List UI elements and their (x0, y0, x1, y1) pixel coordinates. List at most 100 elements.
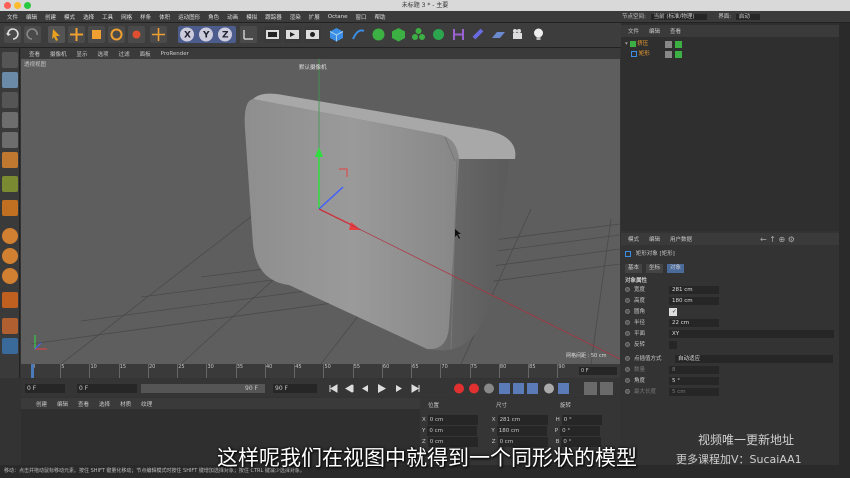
coord-rotation-field[interactable]: 0 ° (561, 415, 602, 425)
interface-select[interactable]: 启动 (735, 14, 760, 20)
menu-item[interactable]: 扩展 (305, 13, 324, 21)
uv-mode-icon[interactable] (2, 176, 18, 192)
viewport-menu-item[interactable]: 面板 (135, 50, 156, 58)
menu-item[interactable]: 角色 (204, 13, 223, 21)
animate-radio[interactable] (625, 389, 630, 394)
menu-item[interactable]: 窗口 (352, 13, 371, 21)
key-rotation-icon[interactable] (527, 383, 538, 394)
key-param-icon[interactable] (544, 383, 554, 394)
array-generator-icon[interactable] (390, 26, 407, 43)
key-position-icon[interactable] (499, 383, 510, 394)
coord-size-field[interactable]: 180 cm (496, 426, 547, 436)
menu-item[interactable]: 编辑 (22, 13, 41, 21)
polygons-mode-icon[interactable] (2, 152, 18, 168)
animate-radio[interactable] (625, 378, 630, 383)
next-frame-icon[interactable] (396, 385, 402, 392)
perspective-viewport[interactable]: 透视视图 默认摄像机 网格间距 : 50 cm (21, 59, 620, 364)
move-tool-icon[interactable] (68, 26, 85, 43)
viewport-menu-item[interactable]: 选项 (93, 50, 114, 58)
coord-position-field[interactable]: 0 cm (427, 426, 478, 436)
make-editable-icon[interactable] (2, 52, 18, 68)
animate-radio[interactable] (625, 320, 630, 325)
animate-radio[interactable] (625, 331, 630, 336)
timeline-ruler[interactable]: 0510152025303540455055606570758085900 F (21, 364, 620, 378)
key-scale-icon[interactable] (513, 383, 524, 394)
attribute-menu-item[interactable]: 用户数据 (665, 235, 697, 243)
previous-key-icon[interactable] (345, 384, 354, 393)
attribute-value-field[interactable]: 8 (669, 366, 719, 374)
menu-item[interactable]: 网格 (117, 13, 136, 21)
up-arrow-icon[interactable]: ↑ (769, 235, 776, 244)
attribute-value-field[interactable]: 180 cm (669, 297, 719, 305)
redo-icon[interactable] (24, 26, 41, 43)
viewport-menu-item[interactable]: 显示 (72, 50, 93, 58)
enabled-check[interactable] (675, 41, 682, 48)
attribute-value-field[interactable]: 5 ° (669, 377, 719, 385)
attribute-tab[interactable]: 对象 (667, 264, 685, 273)
attribute-tab[interactable]: 基本 (625, 264, 643, 273)
camera-icon[interactable] (510, 26, 527, 43)
minimize-window-button[interactable] (14, 2, 21, 9)
attribute-menu-item[interactable]: 模式 (623, 235, 644, 243)
render-picture-viewer-icon[interactable] (284, 26, 301, 43)
points-mode-icon[interactable] (2, 112, 18, 128)
autokey-icon[interactable] (469, 383, 479, 394)
viewport-menu-item[interactable]: 过滤 (114, 50, 135, 58)
key-pla-icon[interactable] (558, 383, 569, 394)
viewport-menu-item[interactable]: ProRender (156, 51, 194, 57)
bend-deformer-icon[interactable] (430, 26, 447, 43)
edges-mode-icon[interactable] (2, 132, 18, 148)
viewport-menu-item[interactable]: 查看 (24, 50, 45, 58)
undo-icon[interactable] (4, 26, 21, 43)
select-arrow-icon[interactable] (48, 26, 65, 43)
attribute-value-field[interactable] (669, 341, 677, 349)
subdivision-generator-icon[interactable] (370, 26, 387, 43)
coordinate-system-icon[interactable] (240, 26, 257, 43)
stack-icon[interactable] (2, 338, 18, 354)
layer-icon[interactable] (2, 318, 18, 334)
current-frame-field[interactable]: 0 F (25, 384, 65, 393)
node-space-select[interactable]: 当前 (标准/物理) (650, 14, 707, 20)
menu-item[interactable]: 帮助 (371, 13, 390, 21)
attribute-tab[interactable]: 坐标 (646, 264, 664, 273)
timeline-window-icon[interactable] (584, 382, 597, 395)
visibility-toggle[interactable] (665, 41, 672, 48)
menu-item[interactable]: 文件 (3, 13, 22, 21)
start-frame-field[interactable]: 0 F (77, 384, 137, 393)
attribute-menu-item[interactable]: 编辑 (644, 235, 665, 243)
material-menu-item[interactable]: 选择 (94, 400, 115, 408)
close-window-button[interactable] (4, 2, 11, 9)
material-menu-item[interactable]: 创建 (31, 400, 52, 408)
settings-icon[interactable]: ⚙ (788, 235, 795, 244)
deformer-icon[interactable] (450, 26, 467, 43)
workplane-icon[interactable] (2, 248, 18, 264)
attribute-value-field[interactable]: XY (669, 330, 834, 338)
menu-item[interactable]: 样条 (136, 13, 155, 21)
menu-item[interactable]: 体积 (155, 13, 174, 21)
keyframe-selection-icon[interactable] (484, 383, 494, 394)
lock-icon[interactable]: ⊕ (779, 235, 786, 244)
coord-rotation-field[interactable]: 0 ° (560, 426, 601, 436)
interpolation-select[interactable]: 自动适应 (675, 355, 833, 363)
animate-radio[interactable] (625, 309, 630, 314)
menu-item[interactable]: 运动图形 (174, 13, 204, 21)
collapse-icon[interactable]: ▾ (625, 41, 628, 47)
menu-item[interactable]: 创建 (41, 13, 60, 21)
object-menu-item[interactable]: 文件 (623, 27, 644, 35)
locked-workplane-icon[interactable] (2, 268, 18, 284)
menu-item[interactable]: 模拟 (242, 13, 261, 21)
animation-layout-icon[interactable] (600, 382, 613, 395)
maximize-window-button[interactable] (24, 2, 31, 9)
viewport-menu-item[interactable]: 摄像机 (45, 50, 72, 58)
animate-radio[interactable] (625, 356, 630, 361)
object-item-extrude[interactable]: ▾ 挤压 (625, 40, 648, 49)
playhead[interactable] (31, 364, 34, 378)
attribute-value-field[interactable]: 5 cm (669, 388, 719, 396)
animate-radio[interactable] (625, 342, 630, 347)
field-icon[interactable] (470, 26, 487, 43)
visibility-toggle[interactable] (665, 51, 672, 58)
object-menu-item[interactable]: 查看 (665, 27, 686, 35)
floor-icon[interactable] (490, 26, 507, 43)
coord-size-field[interactable]: 281 cm (497, 415, 548, 425)
record-icon[interactable] (454, 383, 464, 394)
